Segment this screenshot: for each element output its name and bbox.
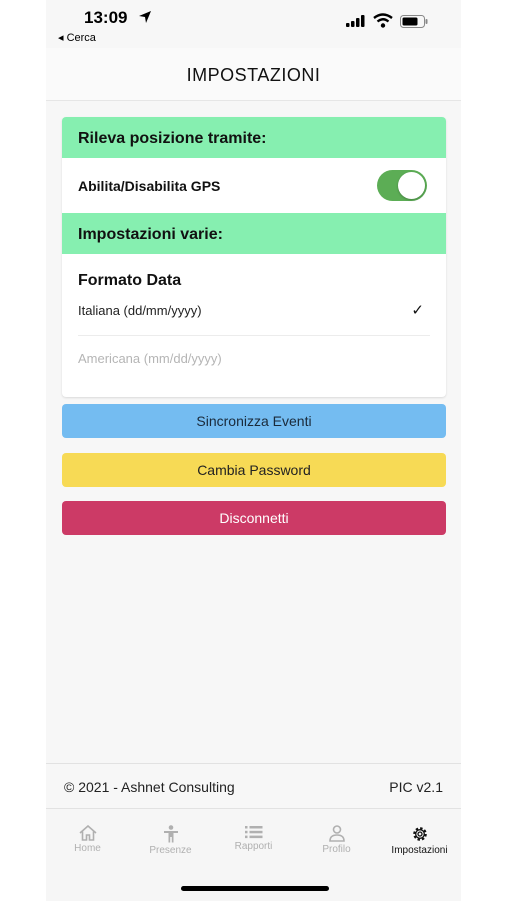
settings-card: Rileva posizione tramite: Abilita/Disabi… xyxy=(62,117,446,397)
tab-label: Rapporti xyxy=(234,841,273,852)
tab-impostazioni[interactable]: Impostazioni xyxy=(378,817,461,856)
home-icon xyxy=(78,825,97,841)
list-icon xyxy=(244,826,262,839)
tab-label: Impostazioni xyxy=(391,845,448,856)
option-label: Italiana (dd/mm/yyyy) xyxy=(78,303,202,318)
gps-toggle[interactable] xyxy=(377,170,427,201)
gps-row: Abilita/Disabilita GPS xyxy=(62,158,446,213)
home-indicator xyxy=(181,886,329,891)
nav-header: IMPOSTAZIONI xyxy=(46,48,461,101)
check-icon: ✓ xyxy=(411,302,424,319)
gear-icon xyxy=(412,827,427,841)
user-icon xyxy=(328,825,345,842)
battery-icon xyxy=(400,15,428,28)
tab-rapporti[interactable]: Rapporti xyxy=(212,817,295,852)
logout-button[interactable]: Disconnetti xyxy=(62,501,446,535)
copyright-text: © 2021 - Ashnet Consulting xyxy=(64,779,235,795)
location-arrow-icon xyxy=(139,11,151,23)
tab-profilo[interactable]: Profilo xyxy=(295,817,378,855)
wifi-icon xyxy=(373,13,393,28)
cellular-signal-icon xyxy=(346,15,365,27)
page-title: IMPOSTAZIONI xyxy=(186,65,321,85)
misc-section-title: Impostazioni varie: xyxy=(78,226,223,243)
footer-divider xyxy=(46,763,461,764)
location-section-title: Rileva posizione tramite: xyxy=(78,130,267,147)
status-bar: 13:09 ◂ Cerca xyxy=(46,0,461,48)
misc-section-header: Impostazioni varie: xyxy=(62,213,446,254)
clock: 13:09 xyxy=(84,8,128,27)
tab-label: Profilo xyxy=(322,844,351,855)
back-to-search-link[interactable]: ◂ Cerca xyxy=(58,31,96,44)
location-section-header: Rileva posizione tramite: xyxy=(62,117,446,158)
option-divider xyxy=(78,335,430,336)
tab-label: Home xyxy=(74,843,101,854)
change-password-button[interactable]: Cambia Password xyxy=(62,453,446,487)
version-text: PIC v2.1 xyxy=(389,779,443,795)
tab-presenze[interactable]: Presenze xyxy=(129,817,212,856)
app-screen: 13:09 ◂ Cerca IMPOSTAZIONI Rileva posizi… xyxy=(46,0,461,901)
gps-label: Abilita/Disabilita GPS xyxy=(78,178,221,194)
tab-home[interactable]: Home xyxy=(46,817,129,854)
toggle-knob xyxy=(398,172,425,199)
date-format-option-american[interactable]: Americana (mm/dd/yyyy) xyxy=(78,339,430,379)
person-icon xyxy=(163,825,178,843)
option-label: Americana (mm/dd/yyyy) xyxy=(78,351,222,366)
sync-events-button[interactable]: Sincronizza Eventi xyxy=(62,404,446,438)
date-format-title: Formato Data xyxy=(78,272,182,289)
tab-label: Presenze xyxy=(149,845,192,856)
date-format-option-italian[interactable]: Italiana (dd/mm/yyyy) ✓ xyxy=(78,291,430,331)
